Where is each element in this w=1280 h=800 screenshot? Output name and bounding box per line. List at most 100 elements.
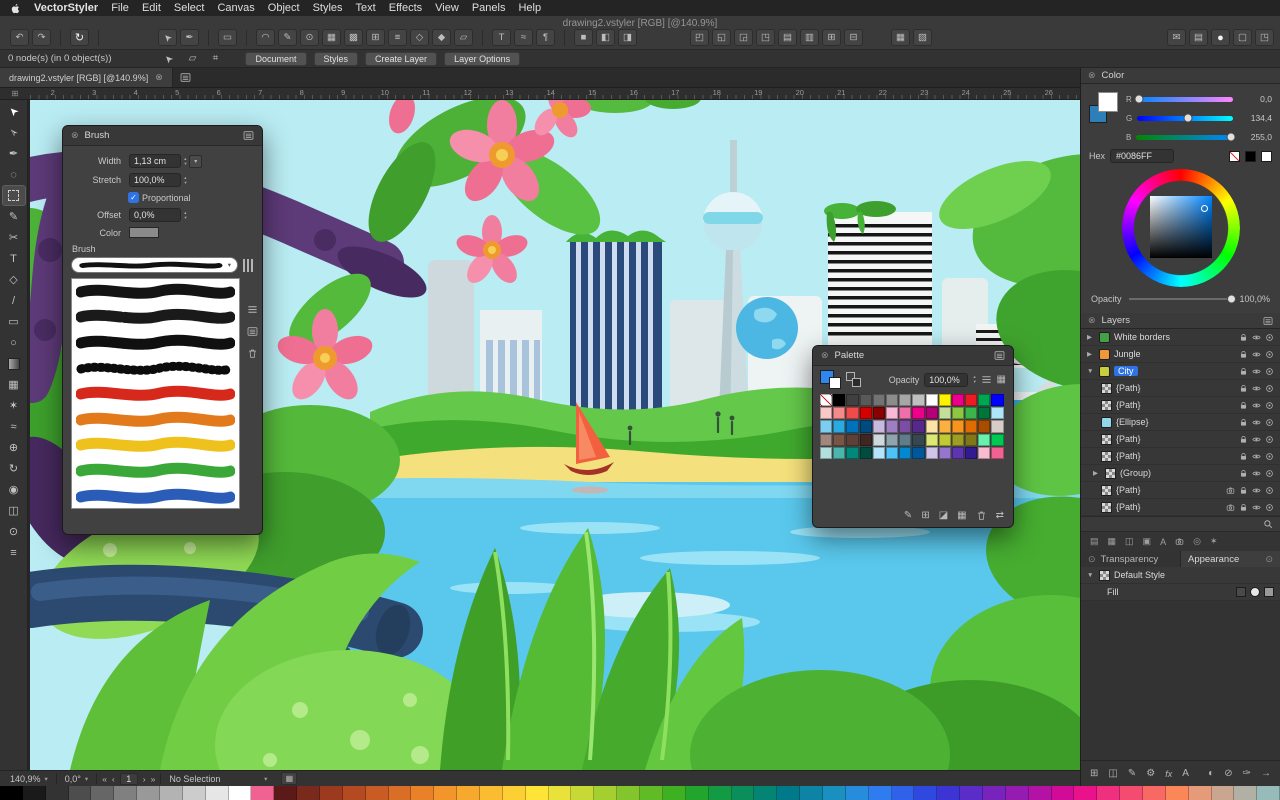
select-tool[interactable]: ➤	[2, 101, 26, 122]
target-icon[interactable]	[1265, 469, 1274, 478]
diamond-icon[interactable]: ◇	[410, 29, 429, 46]
strip-swatch[interactable]	[0, 786, 23, 800]
search-icon[interactable]	[1263, 519, 1273, 529]
swatch-grid[interactable]	[813, 391, 1013, 459]
channel-g-slider[interactable]	[1137, 116, 1233, 121]
width-input[interactable]	[129, 154, 181, 168]
import-swatches-icon[interactable]: ⇄	[996, 510, 1004, 521]
color-swatch[interactable]	[860, 447, 872, 459]
color-swatch[interactable]	[978, 407, 990, 419]
strip-swatch[interactable]	[457, 786, 480, 800]
text-tool[interactable]: T	[2, 248, 26, 269]
color-swatch[interactable]	[873, 434, 885, 446]
lock-icon[interactable]	[1239, 469, 1248, 478]
strip-swatch[interactable]	[526, 786, 549, 800]
layer-row[interactable]: ▶ Jungle	[1081, 346, 1280, 363]
eye-icon[interactable]	[1252, 486, 1261, 495]
styles-button[interactable]: Styles	[314, 52, 359, 66]
duplicate-icon[interactable]: ◫	[1125, 536, 1134, 547]
menu-item[interactable]: Styles	[313, 2, 343, 14]
add-icon[interactable]: ⊞	[1090, 768, 1098, 779]
color-swatch[interactable]	[886, 447, 898, 459]
color-opacity-value[interactable]: 100,0%	[1239, 294, 1270, 304]
style-row[interactable]: ▼ Default Style	[1081, 567, 1280, 584]
menu-item[interactable]: Help	[518, 2, 541, 14]
grid-icon[interactable]: ▦	[1108, 536, 1117, 547]
add-swatch-icon[interactable]: ⊞	[921, 510, 929, 521]
symbol-tool[interactable]: ✶	[2, 395, 26, 416]
object-name[interactable]: {Path}	[1116, 400, 1141, 410]
list-icon[interactable]: ≡	[388, 29, 407, 46]
color-swatch[interactable]	[912, 394, 924, 406]
mail-icon[interactable]: ✉	[1167, 29, 1186, 46]
color-swatch[interactable]	[873, 420, 885, 432]
horizontal-ruler[interactable]: 2345678910111213141516171819202122232425…	[30, 88, 1080, 100]
color-swatch[interactable]	[991, 394, 1003, 406]
color-swatch[interactable]	[965, 407, 977, 419]
color-swatch[interactable]	[926, 434, 938, 446]
color-swatch[interactable]	[926, 420, 938, 432]
fill-circle-swatch[interactable]	[1250, 587, 1260, 597]
strip-swatch[interactable]	[1120, 786, 1143, 800]
color-swatch[interactable]	[912, 447, 924, 459]
brush-item[interactable]	[72, 279, 239, 305]
pointer-tool-icon[interactable]: ➤	[158, 29, 177, 46]
line-tool[interactable]: /	[2, 290, 26, 311]
eye-icon[interactable]	[1252, 418, 1261, 427]
create-layer-button[interactable]: Create Layer	[365, 52, 437, 66]
layer-row[interactable]: {Path}	[1081, 380, 1280, 397]
color-swatch[interactable]	[860, 407, 872, 419]
add-panel-icon[interactable]: ⊞	[822, 29, 841, 46]
mask-icon[interactable]: ▣	[1143, 536, 1152, 547]
last-page-button[interactable]: »	[151, 774, 156, 784]
ruler-origin-box[interactable]: ⊞	[0, 88, 30, 100]
brush-direction-icon[interactable]	[243, 259, 254, 272]
menu-item[interactable]: View	[435, 2, 459, 14]
half-left-icon[interactable]: ◧	[596, 29, 615, 46]
active-color-swatches[interactable]	[1089, 91, 1119, 123]
edit-swatch-icon[interactable]: ✎	[904, 510, 912, 521]
undo-button[interactable]: ↶	[10, 29, 29, 46]
color-swatch[interactable]	[978, 447, 990, 459]
zoom-tool[interactable]: ⊕	[2, 437, 26, 458]
eye-icon[interactable]	[1252, 503, 1261, 512]
layer-name[interactable]: Jungle	[1114, 349, 1141, 359]
strip-swatch[interactable]	[366, 786, 389, 800]
no-color-mini-swatch[interactable]	[1229, 151, 1240, 162]
strip-swatch[interactable]	[183, 786, 206, 800]
black-mini-swatch[interactable]	[1245, 151, 1256, 162]
expand-icon[interactable]: ▶	[1087, 333, 1095, 341]
color-swatch[interactable]	[846, 434, 858, 446]
effects-icon[interactable]: fx	[1165, 769, 1172, 779]
strip-swatch[interactable]	[846, 786, 869, 800]
color-swatch[interactable]	[899, 447, 911, 459]
color-swatch[interactable]	[886, 420, 898, 432]
color-swatch[interactable]	[978, 420, 990, 432]
channel-r-value[interactable]: 0,0	[1238, 94, 1272, 104]
strip-swatch[interactable]	[960, 786, 983, 800]
color-opacity-slider[interactable]	[1129, 298, 1233, 300]
color-swatch[interactable]	[912, 434, 924, 446]
camera-icon[interactable]	[1226, 503, 1235, 512]
eyedropper-icon[interactable]: ◐	[1208, 768, 1214, 779]
pencil-icon[interactable]: ✎	[278, 29, 297, 46]
grid-alt-icon[interactable]: ▧	[913, 29, 932, 46]
align-bl-icon[interactable]: ◱	[712, 29, 731, 46]
channel-b-slider[interactable]	[1136, 135, 1233, 140]
tab-transparency[interactable]: ⊙ Transparency	[1081, 551, 1181, 567]
color-swatch[interactable]	[820, 420, 832, 432]
mesh-icon[interactable]: ▦	[322, 29, 341, 46]
color-swatch[interactable]	[899, 434, 911, 446]
menu-item[interactable]: File	[111, 2, 129, 14]
color-swatch[interactable]	[886, 434, 898, 446]
panel-menu-icon[interactable]	[994, 350, 1005, 361]
rows-icon[interactable]: ▤	[778, 29, 797, 46]
flatten-icon[interactable]: ▤	[1090, 536, 1099, 547]
rotation-dropdown[interactable]: 0,0° ▾	[62, 774, 91, 784]
brush-icon[interactable]: ✎	[1128, 768, 1136, 779]
layer-row[interactable]: ▶ (Group)	[1081, 465, 1280, 482]
remove-panel-icon[interactable]: ⊟	[844, 29, 863, 46]
color-swatch[interactable]	[899, 420, 911, 432]
color-swatch[interactable]	[820, 447, 832, 459]
close-icon[interactable]: ⊗	[71, 130, 79, 141]
